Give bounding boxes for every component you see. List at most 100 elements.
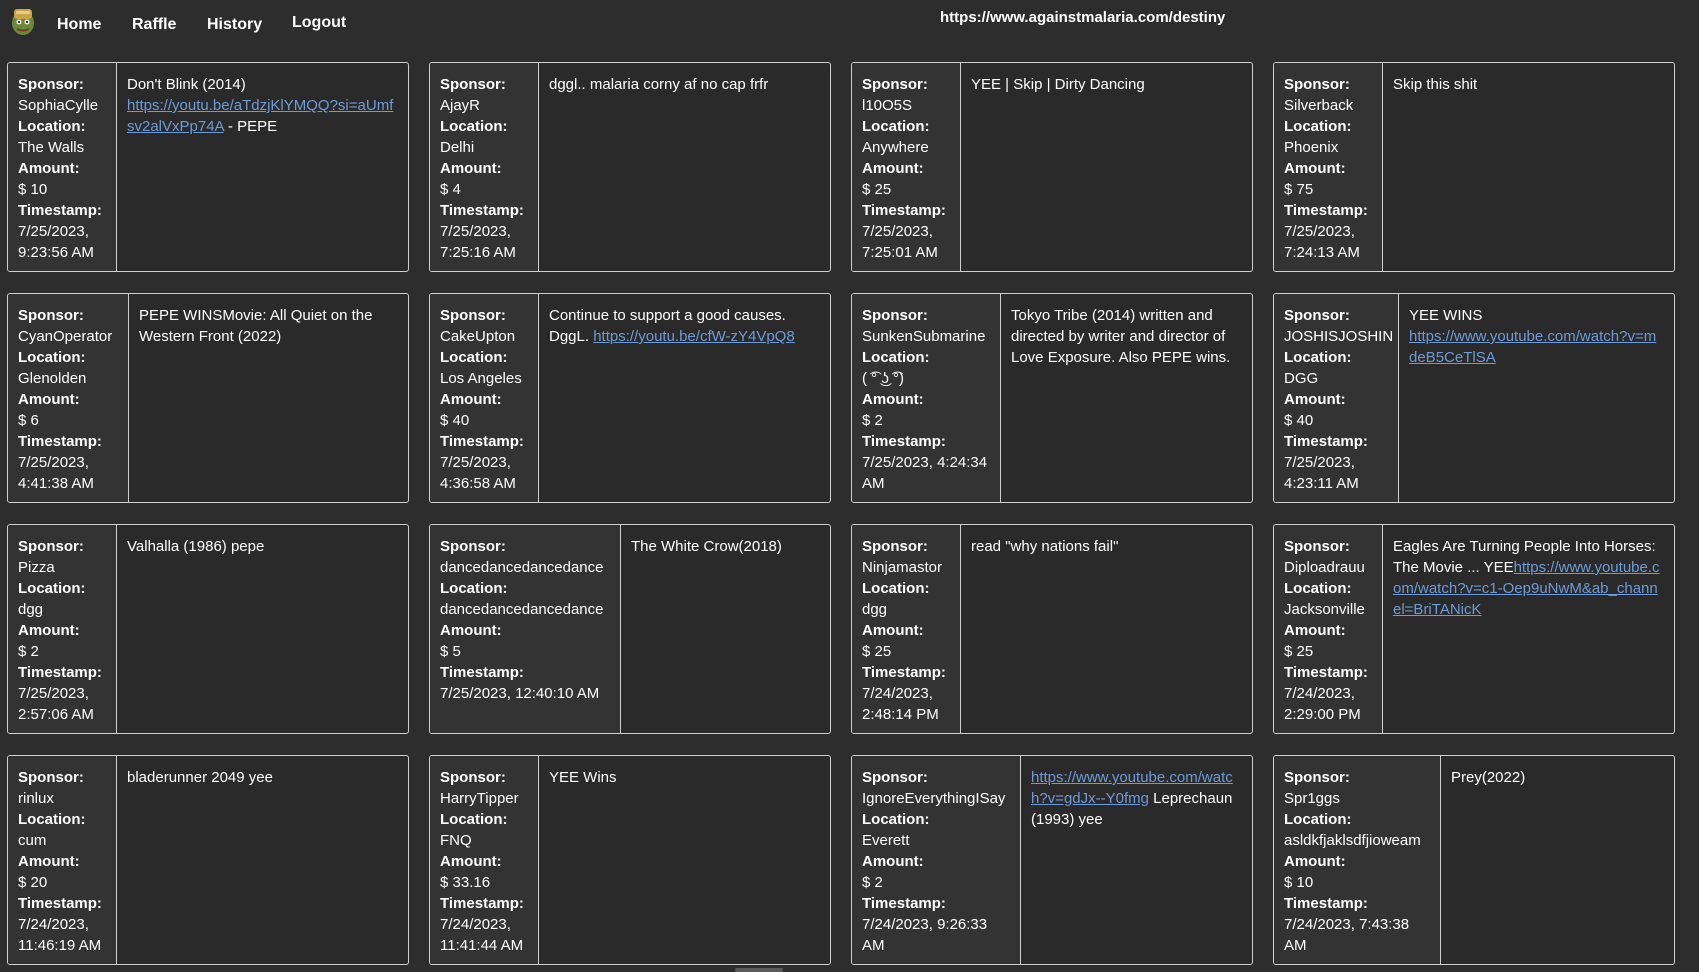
location-value: ( ͡° ͜ʖ ͡°): [862, 370, 904, 387]
amount-value: $ 33.16: [440, 874, 491, 891]
donation-message: Eagles Are Turning People Into Horses: T…: [1383, 525, 1674, 733]
message-text: read "why nations fail": [971, 538, 1119, 555]
location-value: cum: [18, 832, 47, 849]
sponsor-value: CakeUpton: [440, 328, 516, 345]
donation-card: Sponsor: HarryTipper Location: FNQ Amount: $ …: [429, 755, 831, 965]
location-label: Location:: [1284, 811, 1352, 828]
donation-message: dggl.. malaria corny af no cap frfr: [539, 63, 830, 271]
location-value: FNQ: [440, 832, 472, 849]
donation-info-panel: Sponsor: rinlux Location: cum Amount: $ 20 Tim…: [8, 756, 117, 964]
donation-message: Prey(2022): [1441, 756, 1674, 964]
donation-message: The White Crow(2018): [621, 525, 830, 733]
nav-logout-link[interactable]: Logout: [292, 14, 346, 32]
donation-card: Sponsor: dancedancedancedance Location: dan…: [429, 524, 831, 734]
amount-label: Amount:: [440, 391, 502, 408]
location-label: Location:: [440, 811, 508, 828]
timestamp-label: Timestamp:: [18, 202, 102, 219]
donation-info-panel: Sponsor: l10O5S Location: Anywhere Amount: $ …: [852, 63, 961, 271]
timestamp-value: 7/25/2023, 4:36:58 AM: [440, 454, 516, 492]
message-text: Skip this shit: [1393, 76, 1478, 93]
amount-value: $ 40: [1284, 412, 1314, 429]
amount-value: $ 2: [18, 643, 39, 660]
amount-label: Amount:: [862, 853, 924, 870]
nav-raffle-link[interactable]: Raffle: [132, 16, 176, 34]
location-label: Location:: [18, 349, 86, 366]
location-value: Glenolden: [18, 370, 87, 387]
sponsor-label: Sponsor:: [862, 769, 928, 786]
timestamp-value: 7/24/2023, 11:41:44 AM: [440, 916, 524, 954]
amount-label: Amount:: [18, 853, 80, 870]
donation-info-panel: Sponsor: SophiaCylle Location: The Walls Amo…: [8, 63, 117, 271]
location-label: Location:: [440, 580, 508, 597]
sponsor-value: CyanOperator: [18, 328, 113, 345]
top-nav-bar: Home Raffle History Logout https://www.a…: [0, 0, 1699, 48]
donation-message: Continue to support a good causes. DggL.…: [539, 294, 830, 502]
donation-message: Don't Blink (2014) https://youtu.be/aTdzj…: [117, 63, 408, 271]
message-text: Don't Blink (2014): [127, 76, 246, 93]
message-text: The White Crow(2018): [631, 538, 782, 555]
amount-label: Amount:: [18, 391, 80, 408]
donation-message: PEPE WINSMovie: All Quiet on the Western…: [129, 294, 408, 502]
sponsor-label: Sponsor:: [1284, 307, 1350, 324]
donation-card: Sponsor: SophiaCylle Location: The Walls Amo…: [7, 62, 409, 272]
location-label: Location:: [1284, 580, 1352, 597]
donation-message: Tokyo Tribe (2014) written and directed …: [1001, 294, 1252, 502]
location-label: Location:: [862, 580, 930, 597]
message-link[interactable]: https://youtu.be/cfW-zY4VpQ8: [593, 328, 795, 345]
donation-info-panel: Sponsor: Silverback Location: Phoenix Amount…: [1274, 63, 1383, 271]
timestamp-value: 7/25/2023, 7:25:16 AM: [440, 223, 516, 261]
amount-label: Amount:: [440, 160, 502, 177]
location-label: Location:: [862, 118, 930, 135]
timestamp-label: Timestamp:: [18, 895, 102, 912]
nav-home-link[interactable]: Home: [57, 16, 101, 34]
location-label: Location:: [1284, 118, 1352, 135]
sponsor-label: Sponsor:: [18, 538, 84, 555]
donation-card: Sponsor: Silverback Location: Phoenix Amount…: [1273, 62, 1675, 272]
timestamp-label: Timestamp:: [862, 664, 946, 681]
location-value: dgg: [18, 601, 44, 618]
sponsor-label: Sponsor:: [18, 76, 84, 93]
donation-message: Valhalla (1986) pepe: [117, 525, 408, 733]
timestamp-value: 7/24/2023, 2:29:00 PM: [1284, 685, 1361, 723]
donation-message: YEE Wins: [539, 756, 830, 964]
nav-history-link[interactable]: History: [207, 16, 262, 34]
location-label: Location:: [18, 811, 86, 828]
donation-message: read "why nations fail": [961, 525, 1252, 733]
amount-label: Amount:: [18, 160, 80, 177]
location-value: Anywhere: [862, 139, 929, 156]
location-value: dgg: [862, 601, 888, 618]
timestamp-label: Timestamp:: [1284, 433, 1368, 450]
timestamp-value: 7/24/2023, 7:43:38 AM: [1284, 916, 1410, 954]
amount-label: Amount:: [862, 391, 924, 408]
location-value: Jacksonville: [1284, 601, 1365, 618]
amount-value: $ 25: [862, 181, 892, 198]
timestamp-label: Timestamp:: [18, 664, 102, 681]
horizontal-scrollbar-thumb[interactable]: [735, 968, 783, 972]
sponsor-label: Sponsor:: [18, 307, 84, 324]
timestamp-label: Timestamp:: [1284, 895, 1368, 912]
timestamp-value: 7/25/2023, 7:24:13 AM: [1284, 223, 1360, 261]
message-text: Valhalla (1986) pepe: [127, 538, 265, 555]
donation-card: Sponsor: rinlux Location: cum Amount: $ 20 Tim…: [7, 755, 409, 965]
sponsor-value: Spr1ggs: [1284, 790, 1340, 807]
donation-info-panel: Sponsor: Ninjamastor Location: dgg Amount: $ …: [852, 525, 961, 733]
sponsor-value: l10O5S: [862, 97, 913, 114]
location-value: Los Angeles: [440, 370, 522, 387]
timestamp-value: 7/25/2023, 12:40:10 AM: [440, 685, 600, 702]
donation-card: Sponsor: Diploadrauu Location: Jacksonville…: [1273, 524, 1675, 734]
amount-label: Amount:: [440, 622, 502, 639]
timestamp-label: Timestamp:: [18, 433, 102, 450]
donation-message: YEE WINS https://www.youtube.com/watch?v=…: [1399, 294, 1674, 502]
pepe-logo-icon[interactable]: [10, 6, 36, 36]
location-label: Location:: [862, 811, 930, 828]
message-link[interactable]: https://www.youtube.com/watch?v=mdeB5CeT…: [1409, 328, 1656, 366]
location-label: Location:: [440, 118, 508, 135]
location-value: DGG: [1284, 370, 1319, 387]
message-text: YEE Wins: [549, 769, 617, 786]
donation-info-panel: Sponsor: Pizza Location: dgg Amount: $ 2 Times…: [8, 525, 117, 733]
amount-value: $ 4: [440, 181, 461, 198]
timestamp-label: Timestamp:: [440, 664, 524, 681]
donation-card-grid: Sponsor: SophiaCylle Location: The Walls Amo…: [7, 62, 1675, 965]
amount-value: $ 25: [1284, 643, 1314, 660]
donation-message: https://www.youtube.com/watch?v=gdJx--Y0…: [1021, 756, 1252, 964]
